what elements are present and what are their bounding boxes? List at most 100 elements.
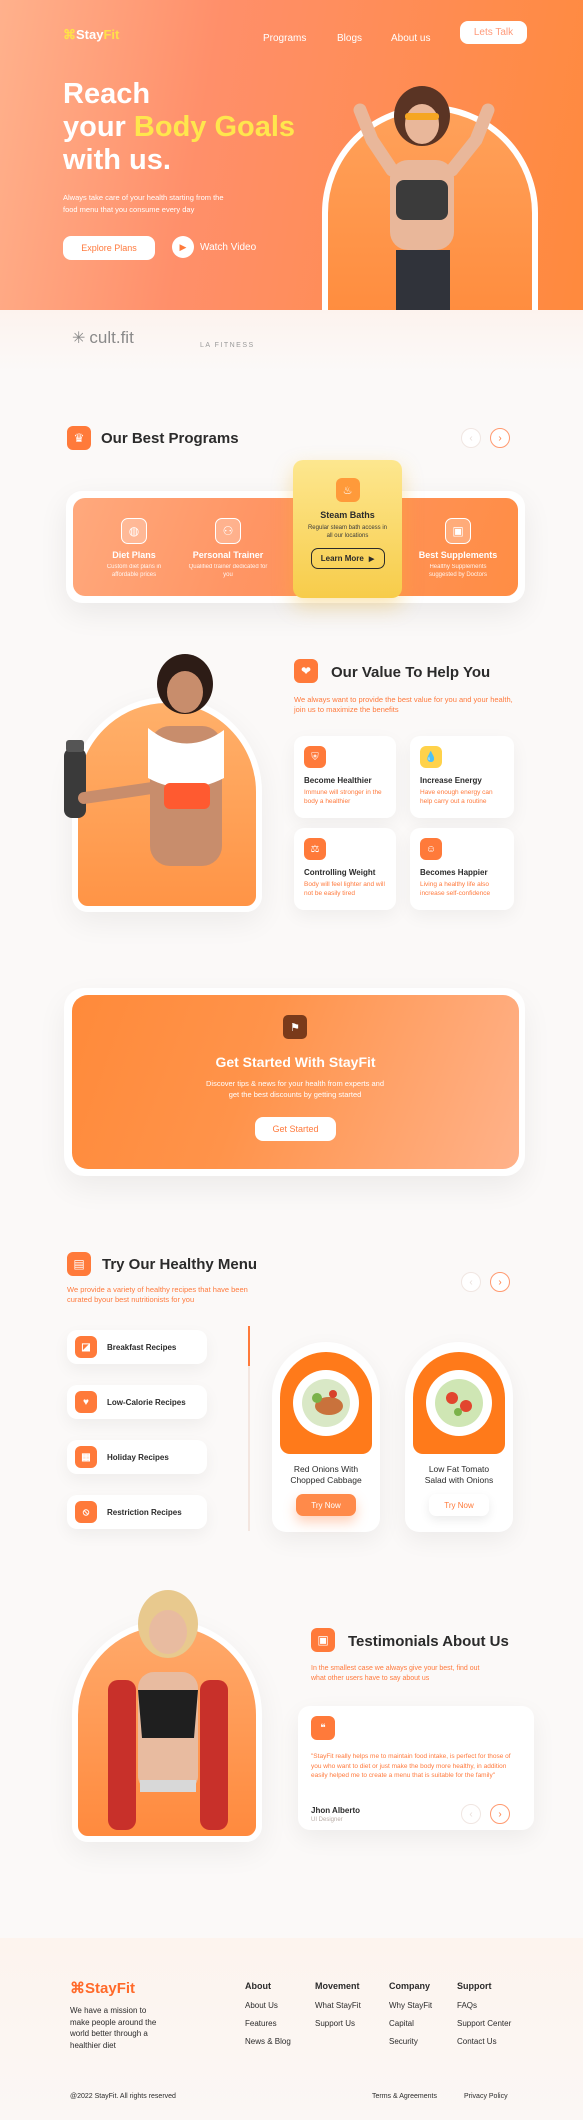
footer-mission: We have a mission to make people around … bbox=[70, 2006, 157, 2050]
learn-more-button[interactable]: Learn More ▶ bbox=[310, 548, 385, 569]
footer-link[interactable]: Features bbox=[245, 2015, 291, 2033]
menu-category-low-calorie[interactable]: ♥ Low-Calorie Recipes bbox=[67, 1385, 207, 1419]
dish-card-1[interactable]: Red Onions With Chopped Cabbage Try Now bbox=[272, 1342, 380, 1532]
quote-icon: ❝ bbox=[311, 1716, 335, 1740]
menu-divider-active bbox=[248, 1326, 250, 1366]
programs-next-button[interactable]: › bbox=[490, 428, 510, 448]
hero-title: Reach your Body Goals with us. bbox=[63, 78, 296, 176]
chevron-left-icon: ‹ bbox=[469, 1808, 473, 1820]
cta-subtitle: Discover tips & news for your health fro… bbox=[206, 1079, 384, 1099]
watch-video-button[interactable]: ▶ Watch Video bbox=[172, 236, 256, 258]
program-personal-trainer[interactable]: ⚇ Personal Trainer Qualified trainer ded… bbox=[186, 518, 270, 579]
footer-link[interactable]: Capital bbox=[389, 2015, 432, 2033]
dish-2-try-now-button[interactable]: Try Now bbox=[429, 1494, 489, 1516]
footer-col-support: Support FAQs Support Center Contact Us bbox=[457, 1981, 511, 2051]
value-athlete-image bbox=[64, 654, 224, 866]
hero-athlete-image bbox=[353, 86, 495, 310]
testimonial-quote: "StayFit really helps me to maintain foo… bbox=[311, 1753, 511, 1779]
supplement-icon: ▣ bbox=[445, 518, 471, 544]
nav-blogs[interactable]: Blogs bbox=[337, 28, 362, 46]
footer-link[interactable]: Security bbox=[389, 2033, 432, 2051]
chevron-right-icon: › bbox=[498, 432, 502, 444]
dish-2-image bbox=[426, 1370, 492, 1436]
chevron-right-icon: › bbox=[498, 1276, 502, 1288]
menu-next-button[interactable]: › bbox=[490, 1272, 510, 1292]
value-card-healthier: ⛨ Become Healthier Immune will stronger … bbox=[294, 736, 396, 818]
hero-subtitle: Always take care of your health starting… bbox=[63, 193, 224, 214]
calendar-icon: ▦ bbox=[75, 1446, 97, 1468]
testimonial-next-button[interactable]: › bbox=[490, 1804, 510, 1824]
dish-2-image-frame bbox=[413, 1352, 505, 1454]
footer-col-movement: Movement What StayFit Support Us bbox=[315, 1981, 361, 2033]
breakfast-icon: ◪ bbox=[75, 1336, 97, 1358]
footer-privacy-link[interactable]: Privacy Policy bbox=[464, 2093, 508, 2100]
footer-link[interactable]: What StayFit bbox=[315, 1997, 361, 2015]
bowl-icon: ◍ bbox=[121, 518, 147, 544]
explore-plans-button[interactable]: Explore Plans bbox=[63, 236, 155, 260]
play-icon: ▶ bbox=[172, 236, 194, 258]
testimonial-prev-button[interactable]: ‹ bbox=[461, 1804, 481, 1824]
heart-hand-icon: ❤ bbox=[294, 659, 318, 683]
scale-icon: ⚖ bbox=[304, 838, 326, 860]
footer-link[interactable]: About Us bbox=[245, 1997, 291, 2015]
play-small-icon: ▶ bbox=[368, 555, 375, 563]
crown-icon: ♛ bbox=[67, 426, 91, 450]
program-steam-baths[interactable]: ♨ Steam Baths Regular steam bath access … bbox=[293, 460, 402, 598]
testimonial-author: Jhon Alberto bbox=[311, 1806, 361, 1815]
footer-link[interactable]: Support Center bbox=[457, 2015, 511, 2033]
menu-subtitle: We provide a variety of healthy recipes … bbox=[67, 1285, 248, 1304]
footer-terms-link[interactable]: Terms & Agreements bbox=[372, 2093, 437, 2100]
dish-card-2[interactable]: Low Fat Tomato Salad with Onions Try Now bbox=[405, 1342, 513, 1532]
partner-cultfit: ✳ cult.fit bbox=[72, 328, 134, 347]
footer-col-company: Company Why StayFit Capital Security bbox=[389, 1981, 432, 2051]
menu-prev-button[interactable]: ‹ bbox=[461, 1272, 481, 1292]
menu-book-icon: ▤ bbox=[67, 1252, 91, 1276]
trainer-icon: ⚇ bbox=[215, 518, 241, 544]
restriction-icon: ⦸ bbox=[75, 1501, 97, 1523]
smile-icon: ☺ bbox=[420, 838, 442, 860]
footer-logo[interactable]: ⌘StayFit bbox=[70, 1979, 135, 1997]
dish-1-image bbox=[293, 1370, 359, 1436]
footer-copyright: @2022 StayFit. All rights reserved bbox=[70, 2093, 176, 2100]
value-title: Our Value To Help You bbox=[331, 664, 491, 681]
footer-link[interactable]: FAQs bbox=[457, 1997, 511, 2015]
footer-link[interactable]: Support Us bbox=[315, 2015, 361, 2033]
get-started-button[interactable]: Get Started bbox=[255, 1117, 336, 1141]
menu-title: Try Our Healthy Menu bbox=[102, 1256, 258, 1273]
logo-mark-icon: ⌘ bbox=[63, 27, 76, 42]
footer-logo-mark-icon: ⌘ bbox=[70, 1980, 85, 1997]
hero-section: ⌘StayFit Programs Blogs About us Lets Ta… bbox=[0, 0, 583, 310]
value-subtitle: We always want to provide the best value… bbox=[294, 695, 513, 714]
programs-prev-button[interactable]: ‹ bbox=[461, 428, 481, 448]
value-card-energy: 💧 Increase Energy Have enough energy can… bbox=[410, 736, 514, 818]
testimonial-card: ❝ "StayFit really helps me to maintain f… bbox=[298, 1706, 534, 1830]
drop-icon: 💧 bbox=[420, 746, 442, 768]
value-card-weight: ⚖ Controlling Weight Body will feel ligh… bbox=[294, 828, 396, 910]
chevron-left-icon: ‹ bbox=[469, 432, 473, 444]
testimonial-person-image bbox=[108, 1590, 228, 1830]
nav-about[interactable]: About us bbox=[391, 28, 430, 46]
menu-category-restriction[interactable]: ⦸ Restriction Recipes bbox=[67, 1495, 207, 1529]
menu-category-breakfast[interactable]: ◪ Breakfast Recipes bbox=[67, 1330, 207, 1364]
steam-icon: ♨ bbox=[335, 478, 360, 502]
footer-link[interactable]: Contact Us bbox=[457, 2033, 511, 2051]
programs-title: Our Best Programs bbox=[101, 430, 239, 447]
cta-title: Get Started With StayFit bbox=[215, 1054, 376, 1070]
chevron-left-icon: ‹ bbox=[469, 1276, 473, 1288]
heart-icon: ♥ bbox=[75, 1391, 97, 1413]
cultfit-logo-icon: ✳ bbox=[72, 330, 86, 347]
footer-link[interactable]: Why StayFit bbox=[389, 1997, 432, 2015]
footer-link[interactable]: News & Blog bbox=[245, 2033, 291, 2051]
flag-icon: ⚑ bbox=[283, 1015, 307, 1039]
nav-programs[interactable]: Programs bbox=[263, 28, 306, 46]
menu-category-holiday[interactable]: ▦ Holiday Recipes bbox=[67, 1440, 207, 1474]
chevron-right-icon: › bbox=[498, 1808, 502, 1820]
footer-col-about: About About Us Features News & Blog bbox=[245, 1981, 291, 2051]
program-best-supplements[interactable]: ▣ Best Supplements Healthy Supplements s… bbox=[418, 518, 498, 579]
value-card-happier: ☺ Becomes Happier Living a healthy life … bbox=[410, 828, 514, 910]
program-diet-plans[interactable]: ◍ Diet Plans Custom diet plans in afford… bbox=[102, 518, 166, 579]
logo[interactable]: ⌘StayFit bbox=[63, 27, 119, 43]
dish-1-image-frame bbox=[280, 1352, 372, 1454]
dish-1-try-now-button[interactable]: Try Now bbox=[296, 1494, 356, 1516]
lets-talk-button[interactable]: Lets Talk bbox=[460, 21, 527, 44]
